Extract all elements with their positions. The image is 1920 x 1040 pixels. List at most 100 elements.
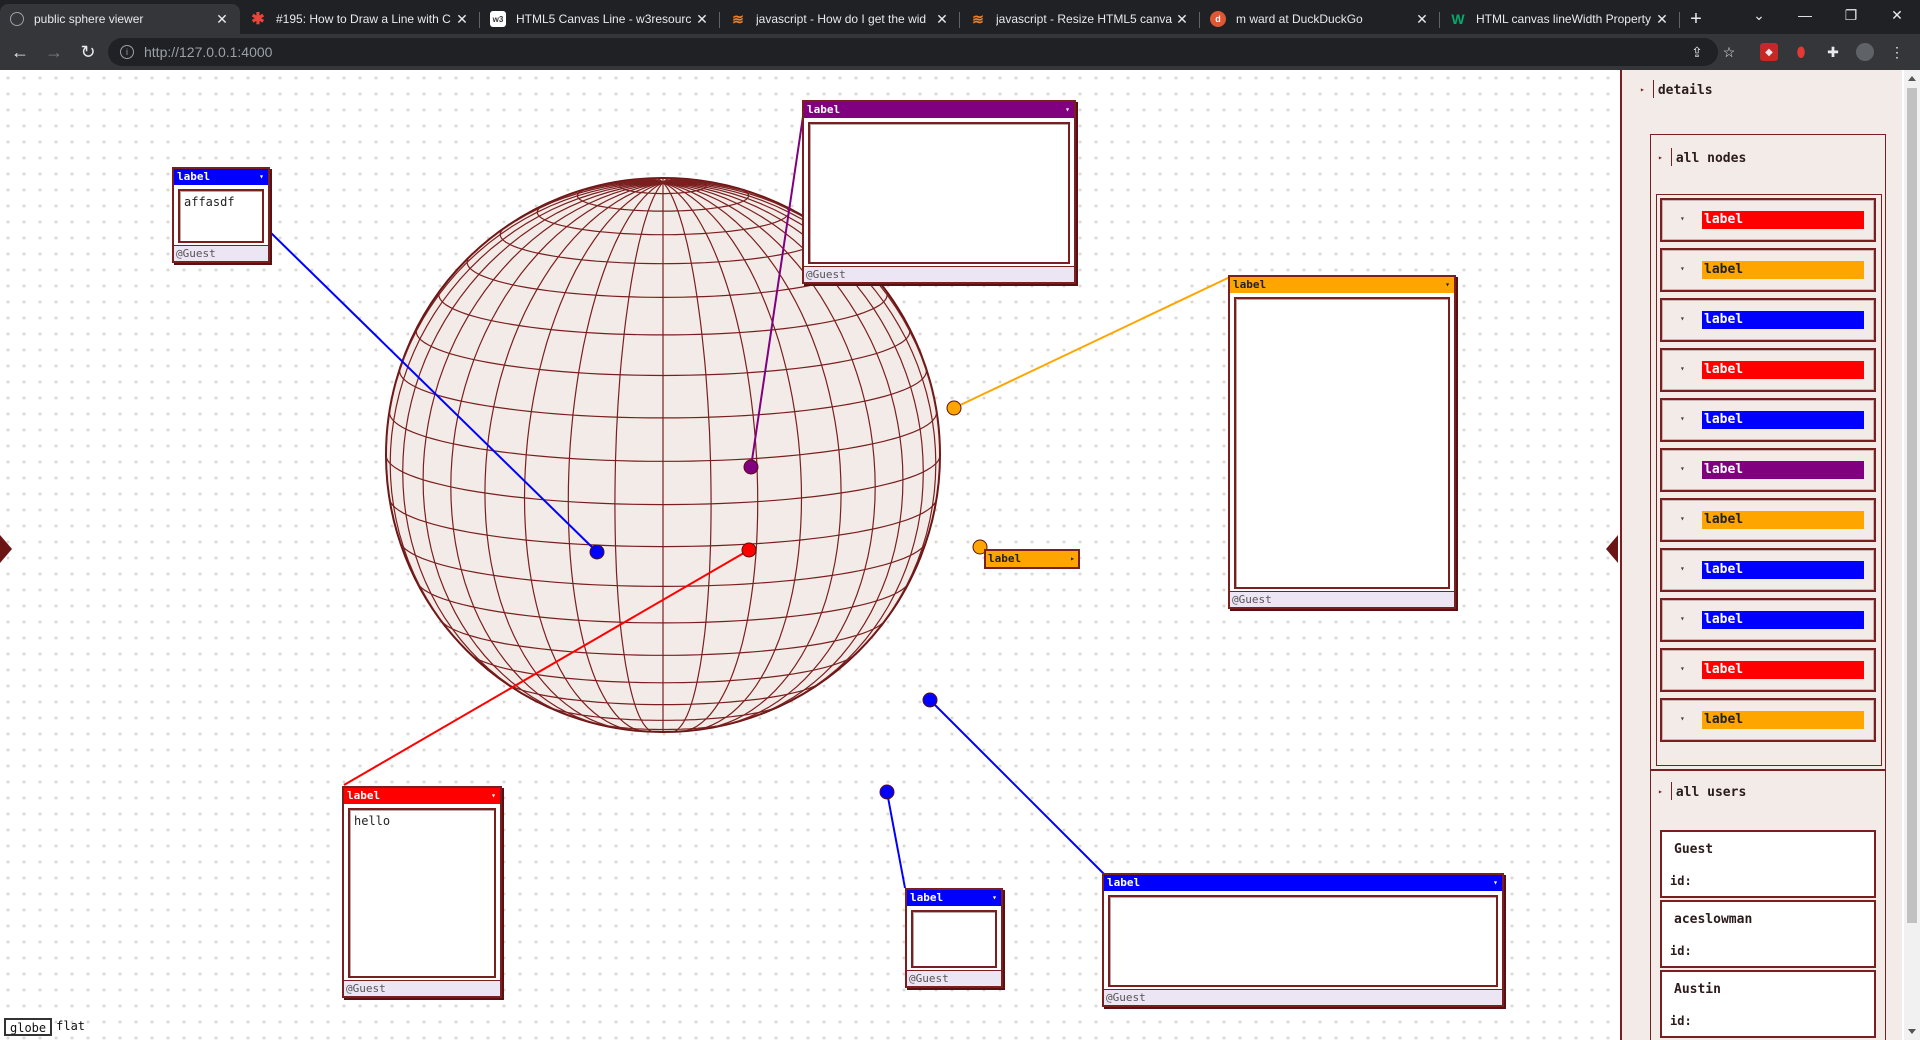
caret-down-icon[interactable]: ▾ [1680,564,1685,573]
flat-mode-button[interactable]: flat [52,1018,89,1036]
close-tab-icon[interactable]: ✕ [694,11,710,28]
caret-down-icon[interactable]: ▾ [1680,514,1685,523]
extensions-puzzle-icon[interactable]: ✚ [1824,43,1842,61]
node-list-item[interactable]: ▾ label [1660,198,1876,242]
browser-tab[interactable]: public sphere viewer ✕ [0,4,240,34]
browser-tab[interactable]: W HTML canvas lineWidth Property ✕ [1440,4,1680,34]
sphere-node-dot[interactable] [743,459,759,475]
menu-kebab-icon[interactable]: ⋮ [1888,43,1906,61]
dropdown-icon[interactable]: ▾ [259,169,264,185]
new-tab-button[interactable]: + [1680,4,1712,34]
note-window[interactable]: label ▾ affasdf @Guest [172,167,270,263]
sphere-viewer[interactable]: label ▾ affasdf @Guest label ▾ @Guest labe… [0,70,1920,1040]
note-header[interactable]: label ▾ [344,788,500,804]
node-list-item[interactable]: ▾ label [1660,598,1876,642]
sphere-node-dot[interactable] [589,544,605,560]
info-icon[interactable]: i [120,45,134,59]
close-window-button[interactable]: ✕ [1874,0,1920,30]
close-tab-icon[interactable]: ✕ [934,11,950,28]
browser-tab[interactable]: ≋ javascript - How do I get the wid ✕ [720,4,960,34]
address-bar[interactable]: i http://127.0.0.1:4000 [108,38,1718,66]
dropdown-icon[interactable]: ▾ [992,890,997,906]
node-list-item[interactable]: ▾ label [1660,498,1876,542]
scrollbar-thumb[interactable] [1907,88,1917,923]
node-list-item[interactable]: ▾ label [1660,398,1876,442]
restore-button[interactable]: ❐ [1828,0,1874,30]
dropdown-icon[interactable]: ▾ [1493,875,1498,891]
dropdown-icon[interactable]: ▸ [1070,551,1075,567]
note-window[interactable]: label ▾ @Guest [1228,275,1456,609]
caret-down-icon[interactable]: ▾ [1680,214,1685,223]
details-toggle[interactable]: ▸ details [1640,80,1713,98]
all-nodes-toggle[interactable]: ▸ all nodes [1658,148,1746,166]
browser-tab[interactable]: d m ward at DuckDuckGo ✕ [1200,4,1440,34]
node-list-item[interactable]: ▾ label [1660,348,1876,392]
note-header[interactable]: label ▾ [1104,875,1502,891]
panel-scrollbar[interactable] [1904,70,1920,1040]
caret-down-icon[interactable]: ▾ [1680,464,1685,473]
note-header[interactable]: label ▾ [804,102,1074,118]
caret-down-icon[interactable]: ▾ [1680,714,1685,723]
close-tab-icon[interactable]: ✕ [454,11,470,28]
note-header[interactable]: label ▾ [907,890,1001,906]
close-tab-icon[interactable]: ✕ [1654,11,1670,28]
close-tab-icon[interactable]: ✕ [1174,11,1190,28]
caret-down-icon[interactable]: ▾ [1680,614,1685,623]
node-list-item[interactable]: ▾ label [1660,548,1876,592]
dropdown-icon[interactable]: ▾ [491,788,496,804]
note-textarea[interactable] [808,122,1070,264]
note-window[interactable]: label ▾ @Guest [1102,873,1504,1007]
bookmark-star-icon[interactable]: ☆ [1720,43,1738,61]
sphere-node-dot[interactable] [946,400,962,416]
browser-tab[interactable]: w3 HTML5 Canvas Line - w3resourc ✕ [480,4,720,34]
collapse-left-arrow-icon[interactable] [0,535,12,563]
close-tab-icon[interactable]: ✕ [1414,11,1430,28]
note-header[interactable]: label ▾ [174,169,268,185]
sphere-node-dot[interactable] [879,784,895,800]
note-textarea[interactable]: affasdf [178,189,264,243]
reload-button[interactable]: ↻ [74,38,102,66]
user-card[interactable]: Guest id: [1660,830,1876,898]
caret-down-icon[interactable]: ▾ [1680,414,1685,423]
sphere-node-dot[interactable] [922,692,938,708]
profile-avatar[interactable] [1856,43,1874,61]
note-window[interactable]: label ▾ @Guest [802,100,1076,284]
share-icon[interactable]: ⇪ [1688,43,1706,61]
node-list-item[interactable]: ▾ label [1660,248,1876,292]
scroll-up-icon[interactable] [1908,76,1916,81]
all-users-toggle[interactable]: ▸ all users [1658,782,1746,800]
tab-search-icon[interactable]: ⌄ [1736,0,1782,30]
close-tab-icon[interactable]: ✕ [214,11,230,28]
note-textarea[interactable]: hello [348,808,496,978]
node-list-item[interactable]: ▾ label [1660,648,1876,692]
extension-red-icon[interactable]: ◆ [1760,43,1778,61]
sphere-node-dot[interactable] [741,542,757,558]
globe-mode-button[interactable]: globe [4,1018,53,1036]
expand-panel-arrow-icon[interactable] [1606,535,1618,563]
back-button[interactable]: ← [6,38,34,66]
user-card[interactable]: Austin id: [1660,970,1876,1038]
browser-tab[interactable]: ≋ javascript - Resize HTML5 canva ✕ [960,4,1200,34]
minimize-button[interactable]: — [1782,0,1828,30]
caret-down-icon[interactable]: ▾ [1680,364,1685,373]
caret-down-icon[interactable]: ▾ [1680,664,1685,673]
node-list-item[interactable]: ▾ label [1660,698,1876,742]
node-list-item[interactable]: ▾ label [1660,298,1876,342]
node-list-item[interactable]: ▾ label [1660,448,1876,492]
user-card[interactable]: aceslowman id: [1660,900,1876,968]
dropdown-icon[interactable]: ▾ [1065,102,1070,118]
browser-tab[interactable]: ✱ #195: How to Draw a Line with C ✕ [240,4,480,34]
note-window[interactable]: label ▾ @Guest [905,888,1003,988]
forward-button[interactable]: → [40,38,68,66]
pin-label[interactable]: label ▸ [984,549,1080,569]
scroll-down-icon[interactable] [1908,1029,1916,1034]
caret-down-icon[interactable]: ▾ [1680,314,1685,323]
note-textarea[interactable] [1108,895,1498,987]
dropdown-icon[interactable]: ▾ [1445,277,1450,293]
note-textarea[interactable] [1234,297,1450,589]
note-header[interactable]: label ▾ [1230,277,1454,293]
note-window[interactable]: label ▾ hello @Guest [342,786,502,998]
note-textarea[interactable] [911,910,997,968]
caret-down-icon[interactable]: ▾ [1680,264,1685,273]
extension-shield-icon[interactable]: ⬮ [1792,43,1810,61]
